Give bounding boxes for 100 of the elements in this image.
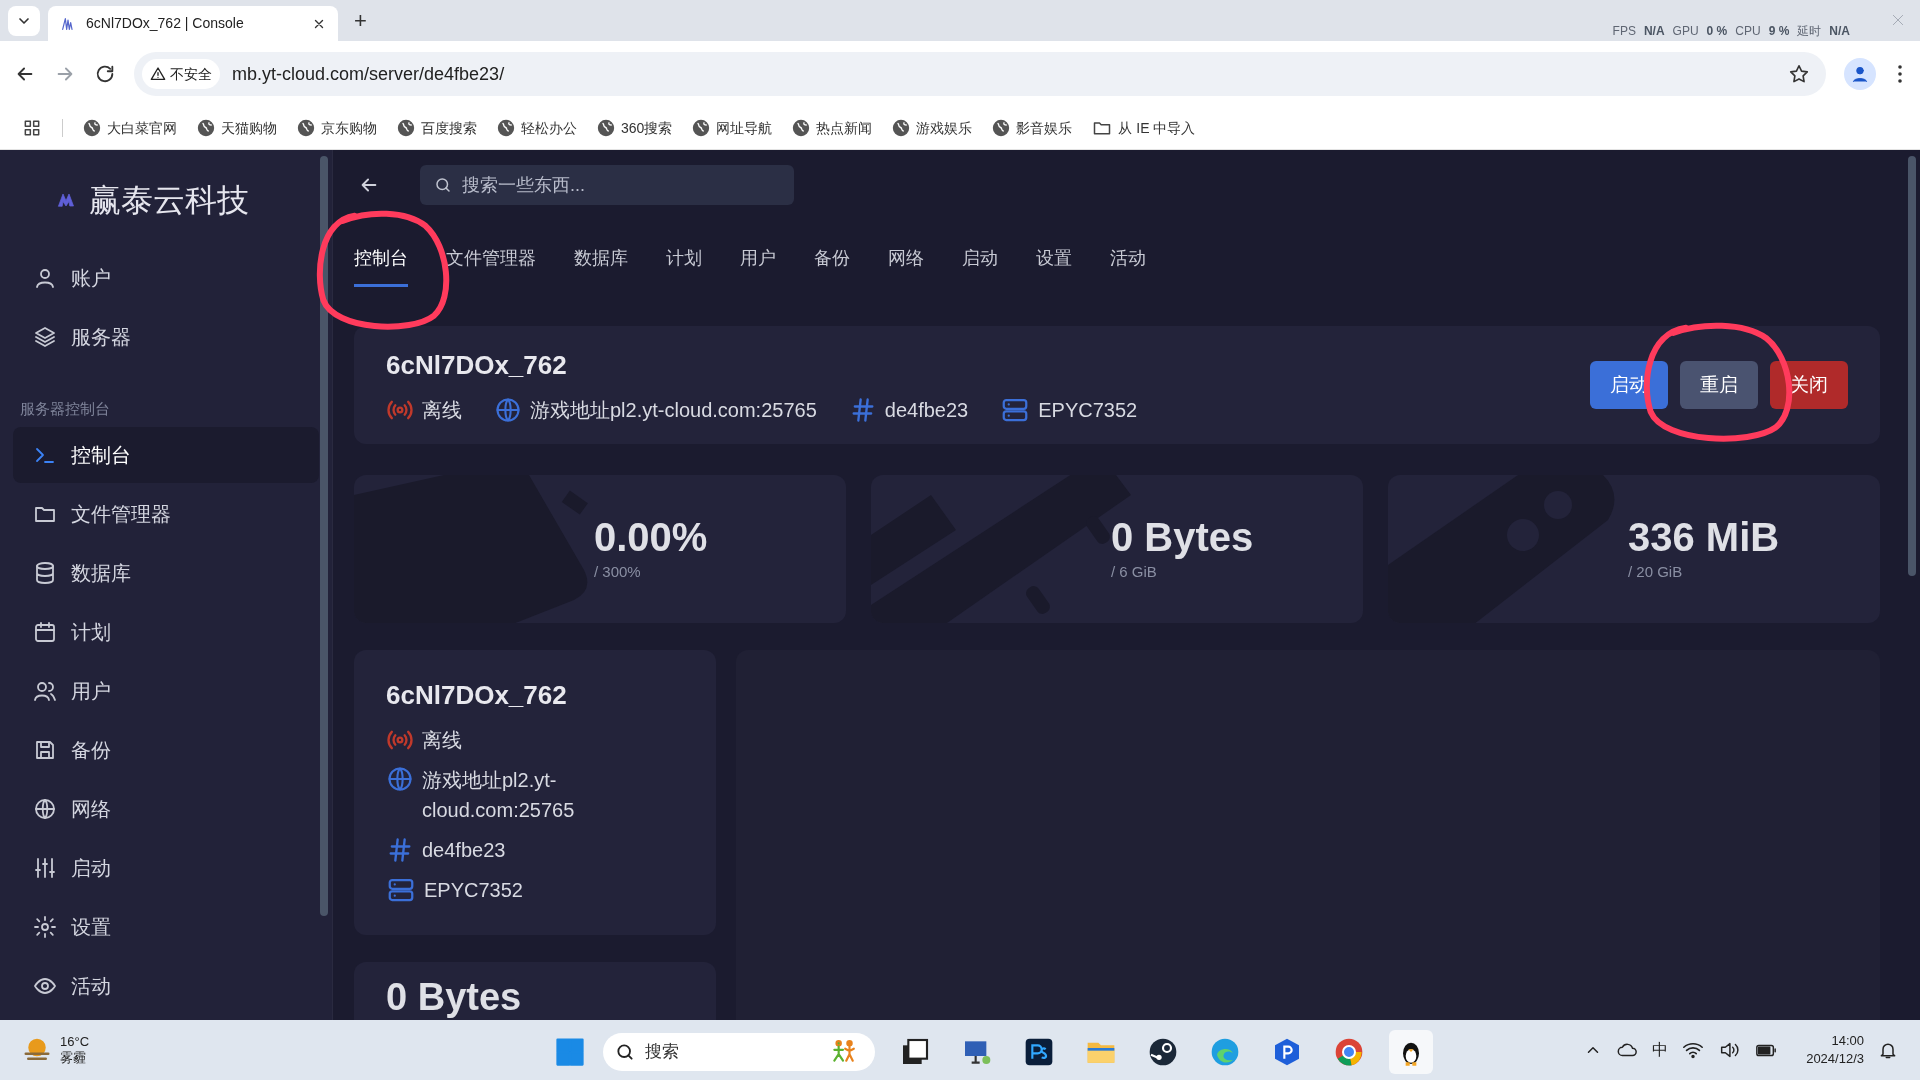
sidebar-item[interactable]: 计划 xyxy=(13,603,319,660)
overlay-stat-text: 延时 xyxy=(1797,23,1822,40)
server-id-text: de4fbe23 xyxy=(884,397,969,423)
bookmark-link[interactable]: 网址导航 xyxy=(692,117,773,139)
calendar-icon xyxy=(33,619,57,644)
globe-icon xyxy=(992,119,1011,137)
bookmark-link[interactable]: 轻松办公 xyxy=(497,117,577,139)
sidebar-item[interactable]: 用户 xyxy=(13,662,319,719)
search-placeholder: 搜索一些东西... xyxy=(462,173,586,197)
apps-grid-icon xyxy=(22,118,42,138)
overlay-stat-text: 0 % xyxy=(1706,23,1728,40)
stat-limit: / 300% xyxy=(594,562,642,582)
sidebar-item[interactable]: 网络 xyxy=(13,780,319,837)
sidebar-item[interactable]: 启动 xyxy=(13,839,319,896)
address-text: 游戏地址pl2.yt- xyxy=(422,768,558,793)
sidebar-item[interactable]: 活动 xyxy=(13,957,319,1014)
search-placeholder: 搜索 xyxy=(645,1041,680,1064)
sidebar-item[interactable]: 设置 xyxy=(13,898,319,955)
stat-limit: / 20 GiB xyxy=(1628,562,1684,582)
sidebar-item[interactable]: 账户 xyxy=(13,250,319,306)
globe-icon xyxy=(197,119,215,137)
search-icon xyxy=(434,176,452,194)
globe-icon xyxy=(792,119,811,137)
input-method-indicator[interactable]: 中 xyxy=(1652,1038,1669,1062)
restart-button[interactable]: 重启 xyxy=(1680,361,1758,409)
new-tab-button[interactable]: + xyxy=(348,4,373,37)
globe-icon xyxy=(397,119,415,137)
stat-value: 0 Bytes xyxy=(1111,515,1254,559)
globe-icon xyxy=(83,119,101,137)
nav-tab[interactable]: 启动 xyxy=(962,245,998,287)
overlay-stat-text: CPU xyxy=(1735,23,1761,40)
nav-tab[interactable]: 备份 xyxy=(814,245,850,287)
scrollbar[interactable] xyxy=(1908,156,1916,576)
bookmark-link[interactable]: 百度搜索 xyxy=(397,117,477,139)
bookmark-link[interactable]: 从 IE 中导入 xyxy=(1092,117,1196,139)
overlay-stat-text: 9 % xyxy=(1768,23,1790,40)
sidebar-item[interactable]: 数据库 xyxy=(13,544,319,601)
status-text: 离线 xyxy=(422,397,462,423)
stat-value: 336 MiB xyxy=(1628,515,1780,559)
address-text: cloud.com:25765 xyxy=(422,798,575,823)
usage-value: 0 Bytes xyxy=(386,976,522,1018)
windows-icon xyxy=(555,1037,585,1067)
favicon-icon xyxy=(60,15,76,32)
nav-tab[interactable]: 网络 xyxy=(888,245,924,287)
clock-time: 14:00 xyxy=(1831,1032,1864,1050)
bookmark-link[interactable]: 天猫购物 xyxy=(197,117,277,139)
nav-tab[interactable]: 设置 xyxy=(1036,245,1072,287)
account-icon xyxy=(33,266,57,290)
nav-tab[interactable]: 计划 xyxy=(666,245,702,287)
stop-button[interactable]: 关闭 xyxy=(1770,361,1848,409)
reload-icon xyxy=(94,63,116,85)
search-icon xyxy=(615,1042,635,1062)
server-name: 6cNl7DOx_762 xyxy=(386,348,568,382)
overlay-stat-text: N/A xyxy=(1643,23,1665,40)
security-badge[interactable]: 不安全 xyxy=(142,59,220,89)
globe-icon xyxy=(386,765,414,793)
nav-tab[interactable]: 活动 xyxy=(1110,245,1146,287)
reload-button[interactable] xyxy=(94,63,116,85)
bookmark-link[interactable]: 大白菜官网 xyxy=(83,117,177,139)
warning-icon xyxy=(150,66,166,82)
start-button[interactable] xyxy=(555,1037,585,1067)
stat-limit: / 6 GiB xyxy=(1111,562,1158,582)
address-bar[interactable]: 不安全 mb.yt-cloud.com/server/de4fbe23/ xyxy=(134,52,1826,96)
globe-icon xyxy=(892,119,911,137)
bookmark-link[interactable]: 影音娱乐 xyxy=(992,117,1073,139)
status-text: 离线 xyxy=(422,728,462,753)
tab-title: 6cNl7DOx_762 | Console xyxy=(86,14,245,33)
nav-tab[interactable]: 数据库 xyxy=(574,245,628,287)
taskbar-app-button[interactable] xyxy=(1389,1030,1433,1074)
nav-tab[interactable]: 用户 xyxy=(740,245,776,287)
overlay-stat-text: GPU xyxy=(1672,23,1699,40)
globe-icon xyxy=(497,119,515,137)
sidebar-item[interactable]: 服务器 xyxy=(13,309,319,365)
section-title: 服务器控制台 xyxy=(20,399,110,419)
menu-icon xyxy=(1898,65,1902,83)
cpu-text: EPYC7352 xyxy=(424,878,523,903)
bookmark-link[interactable]: 游戏娱乐 xyxy=(892,117,973,139)
search-field[interactable]: 搜索一些东西... xyxy=(420,165,794,205)
profile-button[interactable] xyxy=(1844,58,1876,90)
sidebar-item[interactable]: 文件管理器 xyxy=(13,485,319,542)
globe-icon xyxy=(692,119,711,137)
bookmark-link[interactable]: 360搜索 xyxy=(597,117,673,139)
database-icon xyxy=(33,560,57,585)
bookmark-link[interactable]: 热点新闻 xyxy=(792,117,873,139)
bookmark-link[interactable]: 京东购物 xyxy=(297,117,377,139)
nav-tab[interactable]: 文件管理器 xyxy=(446,245,536,287)
sidebar-item[interactable]: 备份 xyxy=(13,721,319,778)
weather-text: 雾霾 xyxy=(60,1050,87,1066)
photo-editor-icon xyxy=(1023,1036,1055,1068)
scrollbar[interactable] xyxy=(320,156,328,916)
layers-icon xyxy=(33,325,57,349)
clock-date: 2024/12/3 xyxy=(1806,1050,1864,1068)
server-name: 6cNl7DOx_762 xyxy=(386,679,568,712)
person-icon xyxy=(1850,64,1870,84)
nav-tab[interactable]: 控制台 xyxy=(354,245,408,287)
security-text: 不安全 xyxy=(170,64,212,84)
browser-tab[interactable]: 6cNl7DOx_762 | Console xyxy=(48,6,338,41)
taskbar-search-field[interactable]: 搜索 xyxy=(603,1033,875,1071)
sidebar-item[interactable]: 控制台 xyxy=(13,426,319,483)
overlay-stat-text: N/A xyxy=(1829,23,1850,40)
